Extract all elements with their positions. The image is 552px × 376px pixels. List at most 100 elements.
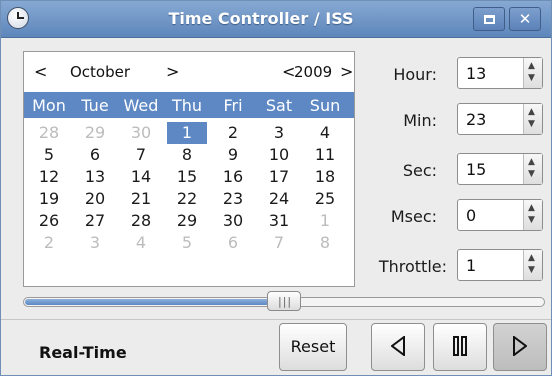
calendar-day[interactable]: 5 [26,144,72,166]
msec-spinbox[interactable]: 0 ▲ ▼ [457,199,543,231]
hour-spin-buttons[interactable]: ▲ ▼ [523,58,542,88]
hour-label: Hour: [393,65,437,84]
calendar-day[interactable]: 8 [302,232,348,254]
hour-value[interactable]: 13 [466,64,486,83]
mode-label: Real-Time [39,343,127,362]
throttle-spinbox[interactable]: 1 ▲ ▼ [457,249,543,281]
grip-icon: ||| [278,295,293,308]
calendar-day[interactable]: 27 [72,210,118,232]
maximize-button[interactable] [473,7,505,31]
calendar-day[interactable]: 15 [164,166,210,188]
calendar-day[interactable]: 30 [118,122,164,144]
time-slider-fill [25,299,269,305]
calendar-day[interactable]: 20 [72,188,118,210]
spin-down-icon[interactable]: ▼ [528,169,535,179]
weekday-sun: Sun [309,96,341,115]
reverse-icon [390,335,405,357]
calendar-day[interactable]: 10 [256,144,302,166]
reset-button[interactable]: Reset [279,323,347,371]
weekday-fri: Fri [223,96,243,115]
calendar-day[interactable]: 28 [118,210,164,232]
reverse-button[interactable] [371,323,425,371]
calendar-day[interactable]: 9 [210,144,256,166]
calendar-day[interactable]: 3 [256,122,302,144]
throttle-value[interactable]: 1 [466,256,476,275]
calendar-day[interactable]: 12 [26,166,72,188]
time-slider-handle[interactable]: ||| [267,291,301,311]
msec-value[interactable]: 0 [466,206,476,225]
calendar-day[interactable]: 2 [26,232,72,254]
calendar-day[interactable]: 6 [210,232,256,254]
close-icon: ✕ [518,10,532,28]
spin-up-icon[interactable]: ▲ [528,253,535,263]
spin-down-icon[interactable]: ▼ [528,73,535,83]
pause-button[interactable] [433,323,487,371]
title-bar[interactable]: Time Controller / ISS ✕ [1,1,551,38]
clock-icon[interactable] [7,7,29,29]
spin-up-icon[interactable]: ▲ [528,203,535,213]
calendar-day[interactable]: 19 [26,188,72,210]
divider [1,319,551,320]
calendar-day[interactable]: 18 [302,166,348,188]
msec-label: Msec: [390,207,437,226]
sec-spin-buttons[interactable]: ▲ ▼ [523,154,542,184]
calendar-day[interactable]: 31 [256,210,302,232]
weekday-sat: Sat [265,96,293,115]
calendar-day[interactable]: 6 [72,144,118,166]
calendar-day[interactable]: 25 [302,188,348,210]
weekday-tue: Tue [81,96,109,115]
calendar-day[interactable]: 8 [164,144,210,166]
weekday-wed: Wed [123,96,159,115]
calendar-day[interactable]: 13 [72,166,118,188]
spin-down-icon[interactable]: ▼ [528,215,535,225]
pause-icon [453,336,467,356]
calendar-day[interactable]: 21 [118,188,164,210]
min-value[interactable]: 23 [466,110,486,129]
calendar-day[interactable]: 5 [164,232,210,254]
spin-up-icon[interactable]: ▲ [528,157,535,167]
throttle-spin-buttons[interactable]: ▲ ▼ [523,250,542,280]
weekday-thu: Thu [171,96,203,115]
weekday-mon: Mon [32,96,66,115]
hour-spinbox[interactable]: 13 ▲ ▼ [457,57,543,89]
sec-spinbox[interactable]: 15 ▲ ▼ [457,153,543,185]
calendar-day[interactable]: 2 [210,122,256,144]
calendar-day[interactable]: 7 [256,232,302,254]
calendar-day[interactable]: 24 [256,188,302,210]
day-grid: Mon Tue Wed Thu Fri Sat Sun 28 29 30 1 2 3 4 5 6 7 8 9 10 11… [24,52,354,288]
calendar-day[interactable]: 22 [164,188,210,210]
throttle-label: Throttle: [378,257,447,276]
calendar-day[interactable]: 7 [118,144,164,166]
time-controller-window: Time Controller / ISS ✕ < October > < 20… [0,0,552,376]
min-spin-buttons[interactable]: ▲ ▼ [523,104,542,134]
play-forward-button[interactable] [493,323,547,371]
calendar-day[interactable]: 1 [302,210,348,232]
calendar-day[interactable]: 30 [210,210,256,232]
spin-up-icon[interactable]: ▲ [528,61,535,71]
calendar-day[interactable]: 16 [210,166,256,188]
min-spinbox[interactable]: 23 ▲ ▼ [457,103,543,135]
spin-down-icon[interactable]: ▼ [528,265,535,275]
calendar-day[interactable]: 26 [26,210,72,232]
calendar-day[interactable]: 28 [26,122,72,144]
calendar-day[interactable]: 1 [167,122,207,144]
window-title: Time Controller / ISS [168,9,354,28]
calendar-day[interactable]: 3 [72,232,118,254]
play-icon [513,335,528,357]
sec-value[interactable]: 15 [466,160,486,179]
calendar-day[interactable]: 29 [164,210,210,232]
calendar: < October > < 2009 > Mon Tue Wed Thu Fri Sat S… [23,51,355,287]
spin-down-icon[interactable]: ▼ [528,119,535,129]
calendar-day[interactable]: 29 [72,122,118,144]
calendar-day[interactable]: 4 [302,122,348,144]
calendar-day[interactable]: 14 [118,166,164,188]
calendar-day[interactable]: 11 [302,144,348,166]
spin-up-icon[interactable]: ▲ [528,107,535,117]
calendar-day[interactable]: 23 [210,188,256,210]
msec-spin-buttons[interactable]: ▲ ▼ [523,200,542,230]
calendar-day[interactable]: 4 [118,232,164,254]
calendar-day[interactable]: 17 [256,166,302,188]
maximize-icon [483,15,495,24]
sec-label: Sec: [402,161,437,180]
close-button[interactable]: ✕ [509,7,541,31]
